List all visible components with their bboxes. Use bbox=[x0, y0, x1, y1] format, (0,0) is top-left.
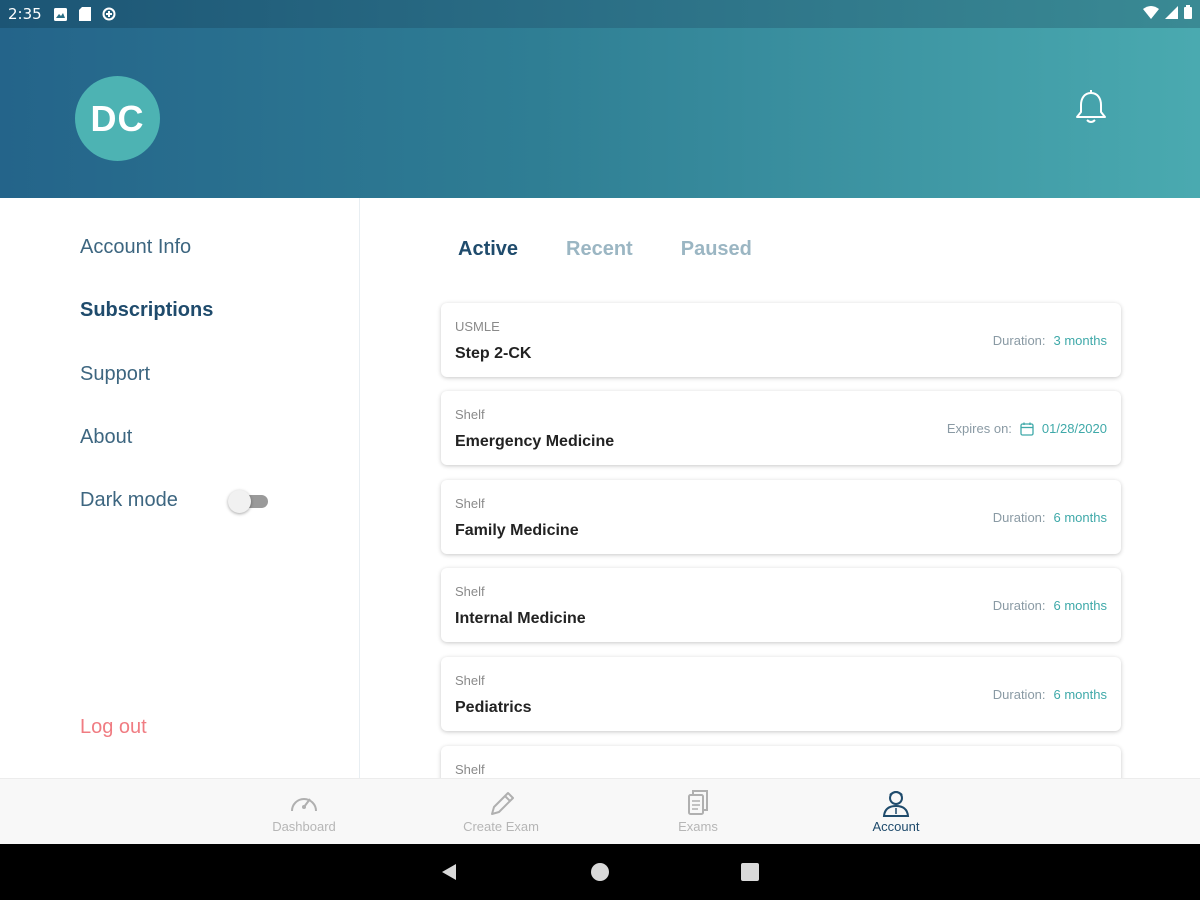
sidebar-item-about[interactable]: About bbox=[80, 426, 132, 449]
sd-card-icon bbox=[78, 7, 92, 21]
pencil-icon bbox=[486, 789, 516, 817]
dark-mode-toggle[interactable] bbox=[228, 490, 268, 513]
sidebar-item-support[interactable]: Support bbox=[80, 363, 150, 386]
subscription-card[interactable]: Shelf Internal Medicine Duration: 6 mont… bbox=[441, 568, 1121, 642]
wifi-icon bbox=[1143, 5, 1159, 23]
meta-label: Duration: bbox=[992, 510, 1046, 525]
recent-apps-icon[interactable] bbox=[741, 863, 759, 881]
exams-icon bbox=[683, 789, 713, 817]
calendar-icon bbox=[1020, 422, 1034, 436]
meta-label: Expires on: bbox=[946, 421, 1012, 436]
subscription-name: Internal Medicine bbox=[455, 610, 586, 627]
tab-label: Create Exam bbox=[463, 819, 539, 834]
tab-paused[interactable]: Paused bbox=[681, 238, 752, 261]
tab-label: Exams bbox=[678, 819, 718, 834]
subscription-tabs: Active Recent Paused bbox=[458, 238, 752, 261]
logout-button[interactable]: Log out bbox=[80, 716, 147, 739]
subscription-category: Shelf bbox=[455, 673, 485, 688]
subscription-name: Pediatrics bbox=[455, 699, 532, 716]
battery-icon bbox=[1184, 5, 1192, 23]
account-sidebar: Account Info Subscriptions Support About… bbox=[0, 198, 360, 778]
toggle-knob bbox=[228, 490, 251, 513]
data-saver-icon bbox=[102, 7, 116, 21]
subscription-category: Shelf bbox=[455, 584, 485, 599]
meta-value: 6 months bbox=[1053, 598, 1107, 613]
signal-icon bbox=[1165, 5, 1178, 23]
avatar[interactable]: DC bbox=[75, 76, 160, 161]
subscription-category: Shelf bbox=[455, 496, 485, 511]
tab-label: Dashboard bbox=[272, 819, 336, 834]
meta-value: 6 months bbox=[1053, 510, 1107, 525]
meta-label: Duration: bbox=[992, 598, 1046, 613]
sidebar-item-subscriptions[interactable]: Subscriptions bbox=[80, 299, 213, 322]
subscription-category: Shelf bbox=[455, 762, 485, 777]
tab-label: Account bbox=[872, 819, 920, 834]
meta-value: 3 months bbox=[1053, 333, 1107, 348]
dark-mode-label: Dark mode bbox=[80, 489, 178, 511]
tab-dashboard[interactable]: Dashboard bbox=[234, 779, 374, 845]
subscription-meta: Duration: 3 months bbox=[993, 333, 1107, 348]
status-time: 2:35 bbox=[8, 5, 42, 23]
subscription-meta: Duration: 6 months bbox=[993, 510, 1107, 525]
meta-label: Duration: bbox=[992, 687, 1046, 702]
subscription-name: Step 2-CK bbox=[455, 345, 532, 362]
account-icon bbox=[881, 789, 911, 817]
subscription-card[interactable]: Shelf bbox=[441, 746, 1121, 778]
subscription-card[interactable]: Shelf Pediatrics Duration: 6 months bbox=[441, 657, 1121, 731]
subscription-meta: Expires on: 01/28/2020 bbox=[947, 421, 1107, 436]
subscriptions-panel: Active Recent Paused USMLE Step 2-CK Dur… bbox=[361, 198, 1200, 778]
subscription-card[interactable]: Shelf Emergency Medicine Expires on: 01/… bbox=[441, 391, 1121, 465]
subscription-card[interactable]: Shelf Family Medicine Duration: 6 months bbox=[441, 480, 1121, 554]
tab-exams[interactable]: Exams bbox=[628, 779, 768, 845]
meta-value: 6 months bbox=[1053, 687, 1107, 702]
tab-create-exam[interactable]: Create Exam bbox=[431, 779, 571, 845]
status-bar: 2:35 bbox=[0, 0, 1200, 28]
subscription-name: Family Medicine bbox=[455, 522, 579, 539]
subscription-category: Shelf bbox=[455, 407, 485, 422]
home-icon[interactable] bbox=[591, 863, 609, 881]
back-icon[interactable] bbox=[440, 863, 458, 886]
account-header: DC bbox=[0, 28, 1200, 198]
meta-value: 01/28/2020 bbox=[1041, 421, 1107, 436]
subscription-category: USMLE bbox=[455, 319, 500, 334]
system-navigation-bar bbox=[0, 844, 1200, 900]
subscription-meta: Duration: 6 months bbox=[993, 687, 1107, 702]
dashboard-gauge-icon bbox=[289, 789, 319, 817]
subscription-meta: Duration: 6 months bbox=[993, 598, 1107, 613]
subscription-name: Emergency Medicine bbox=[455, 433, 615, 450]
sidebar-item-account-info[interactable]: Account Info bbox=[80, 236, 191, 259]
bell-icon[interactable] bbox=[1074, 90, 1108, 126]
tab-recent[interactable]: Recent bbox=[566, 238, 633, 261]
subscription-card[interactable]: USMLE Step 2-CK Duration: 3 months bbox=[441, 303, 1121, 377]
tab-account[interactable]: Account bbox=[826, 779, 966, 845]
tab-active[interactable]: Active bbox=[458, 238, 518, 261]
meta-label: Duration: bbox=[992, 333, 1046, 348]
notification-image-icon bbox=[54, 7, 68, 21]
bottom-tab-bar: Dashboard Create Exam Exams Account bbox=[0, 778, 1200, 844]
